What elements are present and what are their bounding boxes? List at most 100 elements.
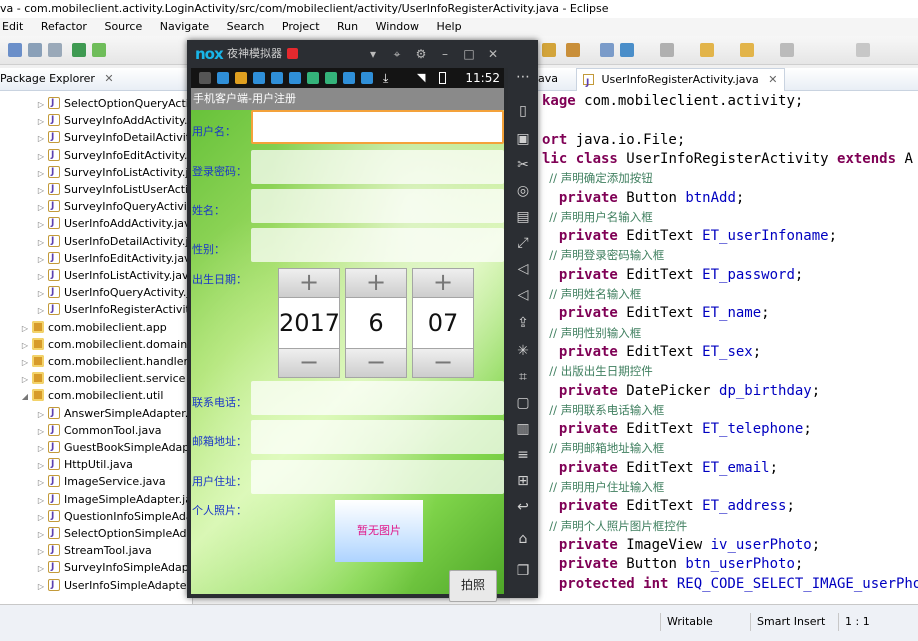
menu-icon[interactable]: ≡ — [514, 446, 532, 464]
add-icon[interactable]: ⊞ — [514, 472, 532, 490]
expand-toggle-icon[interactable]: ▷ — [20, 354, 30, 371]
tree-package[interactable]: ◢ com.mobileclient.util — [20, 387, 163, 404]
take-photo-button[interactable]: 拍照 — [449, 570, 497, 602]
tree-java-file[interactable]: ▷ UserInfoListActivity.java — [36, 267, 192, 285]
year-picker[interactable]: + 2017 − — [278, 268, 340, 378]
code-line[interactable]: private EditText ET_email; — [542, 459, 778, 478]
name-input[interactable] — [251, 189, 504, 223]
month-increment-button[interactable]: + — [345, 268, 407, 298]
code-line[interactable]: protected int REQ_CODE_SELECT_IMAGE_user… — [542, 575, 918, 594]
editor-tab-active[interactable]: UserInfoRegisterActivity.java ✕ — [576, 68, 785, 94]
print-icon[interactable] — [48, 43, 62, 57]
expand-toggle-icon[interactable]: ▷ — [36, 457, 46, 474]
expand-toggle-icon[interactable]: ▷ — [36, 234, 46, 251]
expand-toggle-icon[interactable]: ▷ — [36, 182, 46, 199]
code-line[interactable]: // 声明邮箱地址输入框 — [542, 439, 664, 458]
code-line[interactable]: kage com.mobileclient.activity; — [542, 92, 803, 111]
expand-toggle-icon[interactable]: ▷ — [36, 560, 46, 577]
expand-toggle-icon[interactable]: ▷ — [20, 337, 30, 354]
expand-toggle-icon[interactable]: ◢ — [20, 388, 30, 405]
code-line[interactable]: private EditText ET_name; — [542, 304, 770, 323]
install-apk-icon[interactable]: ⇪ — [514, 314, 532, 332]
expand-toggle-icon[interactable]: ▷ — [36, 578, 46, 595]
back-icon[interactable] — [740, 43, 754, 57]
tree-java-file[interactable]: ▷ UserInfoEditActivity.java — [36, 250, 192, 268]
close-icon[interactable]: ✕ — [768, 73, 777, 86]
tree-java-file[interactable]: ▷ QuestionInfoSimpleAda — [36, 508, 192, 526]
volume-up-icon[interactable]: ◁ — [514, 260, 532, 278]
home-icon[interactable]: ⌂ — [514, 530, 532, 548]
expand-toggle-icon[interactable]: ▷ — [36, 113, 46, 130]
record-icon[interactable] — [287, 48, 298, 59]
tree-java-file[interactable]: ▷ ImageService.java — [36, 473, 166, 490]
new-icon[interactable] — [8, 43, 22, 57]
pin-icon[interactable]: ⌖ — [389, 40, 405, 68]
forward-icon[interactable] — [780, 43, 794, 57]
toggle-icon[interactable] — [660, 43, 674, 57]
expand-toggle-icon[interactable]: ▷ — [36, 165, 46, 182]
menu-project[interactable]: Project — [282, 18, 320, 36]
tree-java-file[interactable]: ▷ UserInfoDetailActivity.ja — [36, 233, 192, 251]
expand-toggle-icon[interactable]: ▷ — [36, 216, 46, 233]
expand-toggle-icon[interactable]: ▷ — [36, 474, 46, 491]
video-icon[interactable]: ▢ — [514, 394, 532, 412]
perspective-icon[interactable] — [856, 43, 870, 57]
username-input[interactable] — [251, 110, 504, 144]
tree-java-file[interactable]: ▷ ImageSimpleAdapter.ja — [36, 491, 192, 508]
day-increment-button[interactable]: + — [412, 268, 474, 298]
gear-icon[interactable]: ⚙ — [413, 40, 429, 68]
expand-toggle-icon[interactable]: ▷ — [36, 251, 46, 268]
location-icon[interactable]: ◎ — [514, 182, 532, 200]
build-icon[interactable] — [72, 43, 86, 57]
code-line[interactable]: private EditText ET_address; — [542, 497, 795, 516]
save-icon[interactable] — [28, 43, 42, 57]
expand-toggle-icon[interactable]: ▷ — [36, 302, 46, 319]
multi-window-icon[interactable]: ▥ — [514, 420, 532, 438]
menu-search[interactable]: Search — [227, 18, 265, 36]
loading-icon[interactable]: ✳ — [514, 342, 532, 360]
code-line[interactable]: private EditText ET_password; — [542, 266, 803, 285]
macro-icon[interactable]: ⌗ — [514, 368, 532, 386]
volume-down-icon[interactable]: ◁ — [514, 286, 532, 304]
expand-toggle-icon[interactable]: ▷ — [36, 543, 46, 560]
tree-java-file[interactable]: ▷ HttpUtil.java — [36, 456, 133, 473]
chevron-down-icon[interactable]: ▾ — [365, 40, 381, 68]
code-line[interactable]: private EditText ET_telephone; — [542, 420, 812, 439]
menu-refactor[interactable]: Refactor — [41, 18, 87, 36]
year-increment-button[interactable]: + — [278, 268, 340, 298]
back-icon[interactable]: ↩ — [514, 498, 532, 516]
code-editor[interactable]: ava UserInfoRegisterActivity.java ✕ kage… — [510, 68, 918, 604]
expand-toggle-icon[interactable]: ▷ — [36, 130, 46, 147]
code-line[interactable]: // 出版出生日期控件 — [542, 362, 652, 381]
code-line[interactable]: // 声明性别输入框 — [542, 324, 641, 343]
expand-toggle-icon[interactable]: ▷ — [36, 509, 46, 526]
tree-java-file[interactable]: ▷ SelectOptionSimpleAda — [36, 525, 192, 542]
expand-toggle-icon[interactable]: ▷ — [36, 148, 46, 165]
year-value[interactable]: 2017 — [278, 298, 340, 348]
open-folder-icon[interactable] — [542, 43, 556, 57]
address-input[interactable] — [251, 460, 504, 494]
robot-icon[interactable]: ▣ — [514, 130, 532, 148]
code-line[interactable]: private Button btn_userPhoto; — [542, 555, 803, 574]
menu-navigate[interactable]: Navigate — [160, 18, 209, 36]
menu-source[interactable]: Source — [104, 18, 142, 36]
code-line[interactable]: ort java.io.File; — [542, 131, 685, 150]
tree-java-file[interactable]: ▷ SelectOptionQueryActiv — [36, 95, 192, 112]
keyboard-icon[interactable]: ▤ — [514, 208, 532, 226]
telephone-input[interactable] — [251, 381, 504, 415]
edit-icon[interactable] — [566, 43, 580, 57]
code-line[interactable]: // 声明联系电话输入框 — [542, 401, 664, 420]
code-line[interactable]: private ImageView iv_userPhoto; — [542, 536, 820, 555]
tree-java-file[interactable]: ▷ UserInfoAddActivity.java — [36, 215, 192, 233]
expand-toggle-icon[interactable]: ▷ — [36, 268, 46, 285]
phone-icon[interactable]: ▯ — [514, 102, 532, 120]
day-value[interactable]: 07 — [412, 298, 474, 348]
month-value[interactable]: 6 — [345, 298, 407, 348]
day-picker[interactable]: + 07 − — [412, 268, 474, 378]
code-line[interactable]: private Button btnAdd; — [542, 189, 744, 208]
more-icon[interactable]: ⋯ — [514, 68, 532, 86]
day-decrement-button[interactable]: − — [412, 348, 474, 378]
tree-java-file[interactable]: ▷ SurveyInfoQueryActivity — [36, 198, 192, 215]
code-line[interactable]: private EditText ET_sex; — [542, 343, 761, 362]
close-icon[interactable]: ✕ — [485, 40, 501, 68]
